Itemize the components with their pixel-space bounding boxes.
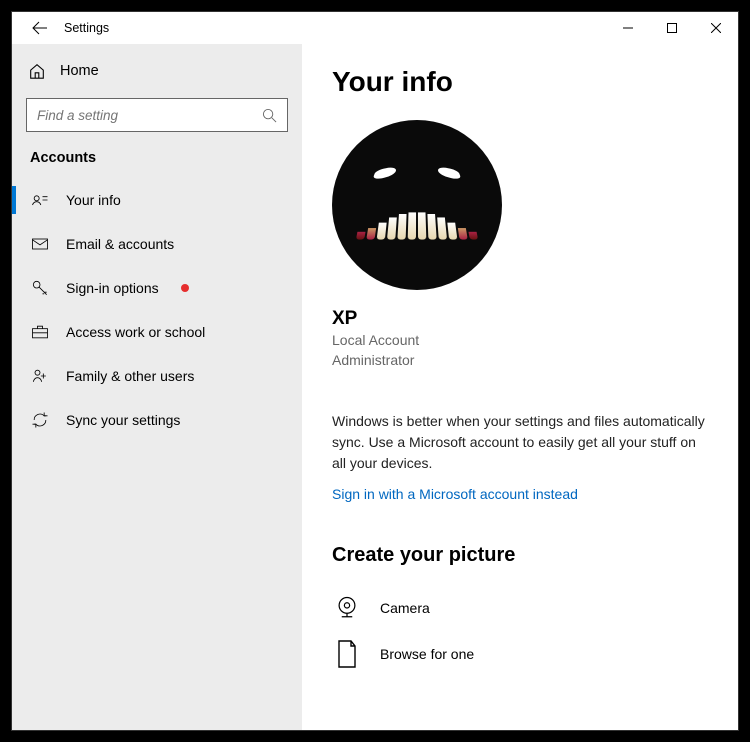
sidebar-item-label: Sign-in options xyxy=(66,280,159,296)
sidebar-item-sync-settings[interactable]: Sync your settings xyxy=(12,398,302,442)
close-button[interactable] xyxy=(694,12,738,44)
sidebar-item-label: Access work or school xyxy=(66,324,205,340)
account-username: XP xyxy=(332,308,708,330)
sidebar-item-access-work-school[interactable]: Access work or school xyxy=(12,310,302,354)
picture-section-heading: Create your picture xyxy=(332,544,708,567)
camera-option[interactable]: Camera xyxy=(332,585,708,631)
account-type: Local Account xyxy=(332,330,708,350)
sidebar-nav: Your info Email & accounts Sign-in optio… xyxy=(12,178,302,442)
camera-icon xyxy=(332,593,362,623)
browse-file-icon xyxy=(332,639,362,669)
sync-icon xyxy=(30,410,50,430)
sidebar-section-header: Accounts xyxy=(12,150,302,178)
back-arrow-icon xyxy=(32,20,48,36)
sidebar-item-label: Family & other users xyxy=(66,368,194,384)
account-role: Administrator xyxy=(332,350,708,370)
main-content: Your info XP Local Account Administrator… xyxy=(302,44,738,730)
minimize-icon xyxy=(623,23,633,33)
sidebar: Home Accounts Your info Emai xyxy=(12,44,302,730)
home-icon xyxy=(28,62,46,80)
minimize-button[interactable] xyxy=(606,12,650,44)
sidebar-item-label: Sync your settings xyxy=(66,412,180,428)
camera-label: Camera xyxy=(380,600,430,616)
sign-in-microsoft-link[interactable]: Sign in with a Microsoft account instead xyxy=(332,486,578,502)
mail-icon xyxy=(30,234,50,254)
titlebar: Settings xyxy=(12,12,738,44)
search-input[interactable] xyxy=(37,108,254,123)
page-title: Your info xyxy=(332,66,708,98)
sidebar-item-sign-in-options[interactable]: Sign-in options xyxy=(12,266,302,310)
account-picture xyxy=(332,120,502,290)
sync-description: Windows is better when your settings and… xyxy=(332,411,708,474)
family-icon xyxy=(30,366,50,386)
settings-window: Settings Home Accounts xyxy=(11,11,739,731)
search-box[interactable] xyxy=(26,98,288,132)
user-card-icon xyxy=(30,190,50,210)
window-title: Settings xyxy=(60,21,109,35)
key-icon xyxy=(30,278,50,298)
sidebar-item-label: Email & accounts xyxy=(66,236,174,252)
alert-dot-icon xyxy=(181,284,189,292)
sidebar-home-label: Home xyxy=(60,63,99,79)
browse-label: Browse for one xyxy=(380,646,474,662)
maximize-icon xyxy=(667,23,677,33)
sidebar-home[interactable]: Home xyxy=(12,52,302,90)
briefcase-icon xyxy=(30,322,50,342)
sidebar-item-label: Your info xyxy=(66,192,121,208)
browse-option[interactable]: Browse for one xyxy=(332,631,708,677)
back-button[interactable] xyxy=(20,12,60,44)
close-icon xyxy=(711,23,721,33)
search-icon xyxy=(262,108,277,123)
maximize-button[interactable] xyxy=(650,12,694,44)
sidebar-item-email-accounts[interactable]: Email & accounts xyxy=(12,222,302,266)
sidebar-item-family-other-users[interactable]: Family & other users xyxy=(12,354,302,398)
sidebar-item-your-info[interactable]: Your info xyxy=(12,178,302,222)
